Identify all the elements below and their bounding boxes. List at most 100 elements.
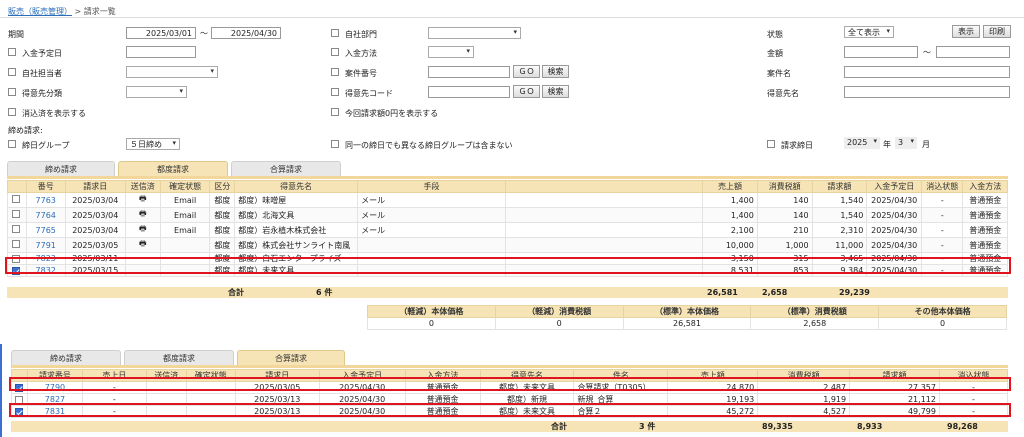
case-name-input[interactable]: [844, 66, 1010, 78]
cust-code-label: 得意先コード: [345, 89, 393, 98]
print-button[interactable]: 印刷: [983, 25, 1011, 38]
row-checkbox[interactable]: [12, 240, 20, 248]
invoice-number-link[interactable]: 7763: [25, 192, 66, 208]
cust-code-checkbox[interactable]: [331, 88, 339, 96]
cust-class-label: 得意先分類: [22, 89, 62, 98]
means: メール: [357, 192, 506, 208]
case-name-label: 案件名: [767, 69, 791, 78]
case-no-search-button[interactable]: 検索: [542, 65, 569, 78]
period-to-input[interactable]: 2025/04/30: [211, 27, 281, 39]
cust-class-select[interactable]: [126, 86, 187, 98]
invoice-number-link[interactable]: 7791: [25, 237, 66, 253]
confirm-status: [159, 237, 211, 253]
payment-due-input[interactable]: [126, 46, 196, 58]
bd-val-2: 26,581: [622, 317, 752, 330]
printer-icon: 🖶: [124, 237, 161, 253]
customer-name: 都度）株式会社サンライト南風: [234, 237, 359, 253]
own-rep-checkbox[interactable]: [8, 68, 16, 76]
breadcrumb-divider: [0, 17, 1024, 18]
amount-label: 金額: [767, 49, 783, 58]
tax-amount: 1,000: [756, 237, 813, 253]
tab2-closing[interactable]: 締め請求: [11, 350, 121, 365]
pay-method-checkbox[interactable]: [331, 48, 339, 56]
cust-name-input[interactable]: [844, 86, 1010, 98]
table1-sum-sales: 26,581: [707, 288, 738, 297]
row-checkbox[interactable]: [12, 210, 20, 218]
own-dept-checkbox[interactable]: [331, 29, 339, 37]
year-select[interactable]: 2025: [844, 137, 880, 149]
amount-to-input[interactable]: [936, 46, 1010, 58]
case-no-go-button[interactable]: ＧＯ: [513, 65, 540, 78]
show-settled-checkbox[interactable]: [8, 108, 16, 116]
th-status: 確定状態: [159, 180, 211, 193]
bill-close-checkbox[interactable]: [767, 140, 775, 148]
bill-date: 2025/03/04: [64, 192, 126, 208]
show-settled-label: 消込済を表示する: [22, 109, 86, 118]
table2-sum-count: 3 件: [639, 422, 656, 431]
same-day-checkbox[interactable]: [331, 140, 339, 148]
bill-amount: 1,540: [811, 192, 868, 208]
th-number: 番号: [25, 180, 66, 193]
same-day-label: 同一の締日でも異なる締日グループは含まない: [345, 141, 513, 150]
pay-method: 普通預金: [962, 192, 1008, 208]
payment-due-checkbox[interactable]: [8, 48, 16, 56]
means: メール: [357, 222, 506, 238]
cust-code-search-button[interactable]: 検索: [542, 85, 569, 98]
row-checkbox[interactable]: [12, 225, 20, 233]
tab1-combined[interactable]: 合算請求: [231, 161, 341, 176]
status-label: 状態: [767, 30, 783, 39]
tab2-combined[interactable]: 合算請求: [237, 350, 345, 365]
due-date: 2025/04/30: [866, 222, 923, 238]
table1-sum-bill: 29,239: [839, 288, 870, 297]
th-blank: [504, 180, 704, 193]
tab2-underline: [11, 365, 1008, 368]
bd-head-4: その他本体価格: [878, 305, 1007, 318]
bd-head-1: （軽減）消費税額: [494, 305, 624, 318]
month-select[interactable]: 3: [895, 137, 917, 149]
customer-name: 都度）岩永植木株式会社: [234, 222, 359, 238]
own-dept-select[interactable]: [428, 27, 521, 39]
status-select-value: 全て表示: [848, 28, 880, 37]
period-from-input[interactable]: 2025/03/01: [126, 27, 196, 39]
pay-method-select[interactable]: [428, 46, 474, 58]
invoice-number-link[interactable]: 7764: [25, 207, 66, 223]
amount-tilde: ～: [923, 48, 931, 57]
tab1-closing[interactable]: 締め請求: [7, 161, 115, 176]
bill-date: 2025/03/05: [64, 237, 126, 253]
table-row: 7791 2025/03/05 🖶 都度 都度）株式会社サンライト南風 10,000 1,0…: [7, 237, 1008, 253]
tab1-each[interactable]: 都度請求: [118, 161, 228, 176]
own-dept-label: 自社部門: [345, 30, 377, 39]
sales-amount: 10,000: [702, 237, 758, 253]
blank-cell: [504, 207, 704, 223]
breadcrumb-separator: >: [74, 7, 82, 16]
invoice-number-link[interactable]: 7765: [25, 222, 66, 238]
table-row: 7763 2025/03/04 🖶 Email 都度 都度）味噌屋 メール 1,400 140 1…: [7, 192, 1008, 208]
pay-method: 普通預金: [962, 207, 1008, 223]
own-rep-select[interactable]: [126, 66, 218, 78]
th-check: [7, 180, 27, 193]
printer-icon: 🖶: [124, 207, 161, 223]
cust-code-go-button[interactable]: ＧＯ: [513, 85, 540, 98]
case-no-input[interactable]: [428, 66, 510, 78]
cust-class-checkbox[interactable]: [8, 88, 16, 96]
closing-group-value: ５日締め: [130, 140, 162, 149]
show-button[interactable]: 表示: [952, 25, 980, 38]
tax-amount: 140: [756, 192, 813, 208]
zero-amount-checkbox[interactable]: [331, 108, 339, 116]
closing-group-checkbox[interactable]: [8, 140, 16, 148]
row-checkbox[interactable]: [12, 195, 20, 203]
case-no-checkbox[interactable]: [331, 68, 339, 76]
cust-code-input[interactable]: [428, 86, 510, 98]
means: メール: [357, 207, 506, 223]
tab2-each[interactable]: 都度請求: [124, 350, 234, 365]
bd-head-0: （軽減）本体価格: [367, 305, 496, 318]
th-bill: 請求額: [811, 180, 868, 193]
customer-name: 都度）味噌屋: [234, 192, 359, 208]
breadcrumb-root-link[interactable]: 販売（販売管理）: [8, 7, 72, 16]
left-edge-marker: [0, 344, 2, 437]
sales-amount: 1,400: [702, 207, 758, 223]
th-kbn: 区分: [209, 180, 236, 193]
status-select[interactable]: 全て表示: [844, 26, 894, 38]
amount-from-input[interactable]: [844, 46, 918, 58]
closing-group-select[interactable]: ５日締め: [126, 138, 180, 150]
